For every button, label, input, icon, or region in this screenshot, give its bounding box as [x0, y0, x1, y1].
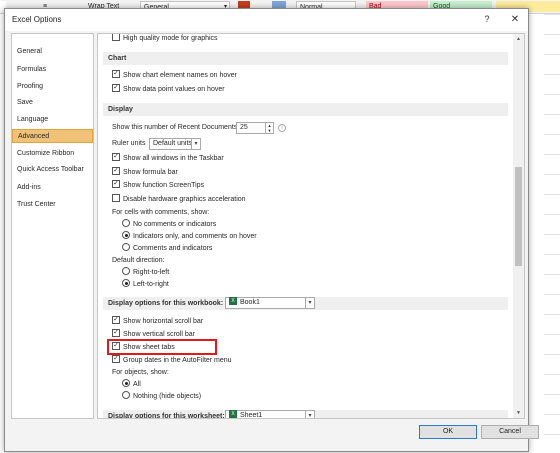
option-label: Show vertical scroll bar [123, 331, 195, 338]
option-label: No comments or indicators [133, 221, 217, 228]
radio-objects-all[interactable]: All [122, 379, 141, 391]
checkbox[interactable]: ✓ [112, 180, 120, 189]
radio-indicators-only[interactable]: Indicators only, and comments on hover [122, 231, 257, 243]
option-disable-hardware-acceleration[interactable]: Disable hardware graphics acceleration [112, 194, 246, 206]
radio-right-to-left[interactable]: Right-to-left [122, 267, 169, 279]
option-show-chart-element-names[interactable]: ✓ Show chart element names on hover [112, 70, 237, 82]
ok-button[interactable]: OK [419, 425, 477, 439]
recent-documents-spinner[interactable]: 25 ▲ ▼ [236, 122, 274, 134]
sheet-icon: X [229, 410, 237, 418]
checkbox[interactable]: ✓ [112, 84, 120, 93]
worksheet-select[interactable]: X Sheet1 ▾ [225, 410, 315, 418]
option-label: Disable hardware graphics acceleration [123, 196, 246, 203]
option-label: Left-to-right [133, 281, 169, 288]
close-icon[interactable]: ✕ [508, 13, 522, 26]
option-label: Right-to-left [133, 269, 170, 276]
option-label: Indicators only, and comments on hover [133, 233, 257, 240]
nav-item-trust-center[interactable]: Trust Center [12, 198, 93, 212]
section-display: Display [103, 103, 508, 116]
option-label: Group dates in the AutoFilter menu [123, 357, 232, 364]
scroll-up-icon[interactable]: ▲ [513, 34, 524, 44]
checkbox[interactable]: ✓ [112, 167, 120, 176]
nav-item-advanced[interactable]: Advanced [12, 129, 93, 143]
section-chart: Chart [103, 52, 508, 65]
option-high-quality-graphics[interactable]: High quality mode for graphics [112, 34, 218, 45]
option-label: Show horizontal scroll bar [123, 318, 204, 325]
nav-item-quick-access-toolbar[interactable]: Quick Access Toolbar [12, 163, 93, 177]
radio[interactable] [122, 243, 130, 252]
radio-no-comments[interactable]: No comments or indicators [122, 219, 216, 231]
radio-left-to-right[interactable]: Left-to-right [122, 279, 169, 291]
comments-label: For cells with comments, show: [112, 209, 210, 216]
scroll-thumb[interactable] [515, 167, 522, 266]
spinner-buttons[interactable]: ▲ ▼ [265, 123, 273, 133]
title-bar: Excel Options ? ✕ [5, 9, 528, 31]
advanced-options-panel: High quality mode for graphics Chart ✓ Sh… [97, 33, 525, 419]
checkbox[interactable] [112, 194, 120, 203]
nav-item-formulas[interactable]: Formulas [12, 63, 93, 77]
option-label: Show data point values on hover [123, 86, 225, 93]
ruler-units-label: Ruler units [112, 140, 146, 147]
highlight-box [107, 339, 217, 355]
option-show-horizontal-scroll-bar[interactable]: ✓ Show horizontal scroll bar [112, 316, 203, 328]
chevron-down-icon: ▾ [191, 139, 200, 149]
checkbox[interactable]: ✓ [112, 329, 120, 338]
checkbox[interactable]: ✓ [112, 153, 120, 162]
worksheet-grid [544, 14, 560, 453]
option-label: High quality mode for graphics [123, 35, 218, 42]
radio[interactable] [122, 267, 130, 276]
option-show-all-windows-taskbar[interactable]: ✓ Show all windows in the Taskbar [112, 153, 224, 165]
option-label: Show all windows in the Taskbar [123, 155, 224, 162]
option-show-data-point-values[interactable]: ✓ Show data point values on hover [112, 84, 225, 96]
option-label: Show formula bar [123, 169, 178, 176]
checkbox[interactable] [112, 34, 120, 42]
direction-label: Default direction: [112, 257, 165, 264]
recent-documents-label: Show this number of Recent Documents: [112, 124, 240, 131]
option-label: Show function ScreenTips [123, 182, 205, 189]
chevron-down-icon: ▾ [305, 298, 314, 308]
nav-item-general[interactable]: General [12, 45, 93, 59]
ruler-units-select[interactable]: Default units ▾ [149, 138, 201, 150]
vertical-scrollbar[interactable]: ▲ ▼ [513, 34, 524, 418]
option-group-dates-autofilter[interactable]: ✓ Group dates in the AutoFilter menu [112, 355, 232, 367]
radio[interactable] [122, 379, 130, 388]
help-icon[interactable]: ? [480, 13, 494, 26]
radio-objects-nothing[interactable]: Nothing (hide objects) [122, 391, 201, 403]
option-label: Show chart element names on hover [123, 72, 238, 79]
checkbox[interactable]: ✓ [112, 355, 120, 364]
nav-item-proofing[interactable]: Proofing [12, 80, 93, 94]
option-label: Nothing (hide objects) [133, 393, 202, 400]
radio-comments-and-indicators[interactable]: Comments and indicators [122, 243, 212, 255]
info-icon: i [278, 124, 286, 132]
checkbox[interactable]: ✓ [112, 316, 120, 325]
dialog-title: Excel Options [12, 15, 62, 24]
objects-label: For objects, show: [112, 369, 169, 376]
radio[interactable] [122, 219, 130, 228]
option-label: All [133, 381, 141, 388]
nav-item-language[interactable]: Language [12, 113, 93, 127]
option-show-formula-bar[interactable]: ✓ Show formula bar [112, 167, 178, 179]
option-label: Comments and indicators [133, 245, 213, 252]
excel-file-icon: X [229, 297, 237, 306]
radio[interactable] [122, 231, 130, 240]
workbook-select[interactable]: X Book1 ▾ [225, 297, 315, 309]
nav-item-customize-ribbon[interactable]: Customize Ribbon [12, 147, 93, 161]
radio[interactable] [122, 391, 130, 400]
cancel-button[interactable]: Cancel [481, 425, 539, 439]
options-nav: General Formulas Proofing Save Language … [11, 33, 94, 419]
scroll-down-icon[interactable]: ▼ [513, 408, 524, 418]
option-show-function-screentips[interactable]: ✓ Show function ScreenTips [112, 180, 204, 192]
chevron-down-icon: ▾ [305, 411, 314, 418]
radio[interactable] [122, 279, 130, 288]
nav-item-save[interactable]: Save [12, 96, 93, 110]
nav-item-add-ins[interactable]: Add-ins [12, 181, 93, 195]
checkbox[interactable]: ✓ [112, 70, 120, 79]
excel-options-dialog: Excel Options ? ✕ General Formulas Proof… [4, 8, 539, 452]
